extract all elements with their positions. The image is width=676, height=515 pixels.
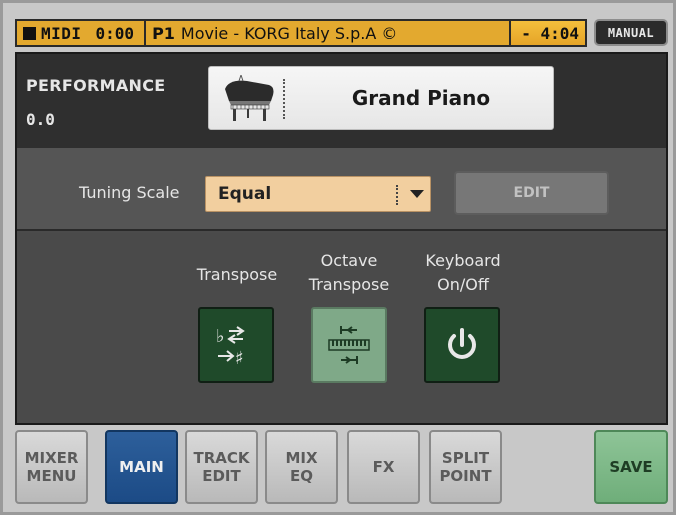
svg-text:♭: ♭ (216, 326, 225, 347)
main-button[interactable]: MAIN (105, 430, 178, 504)
screen-frame: MIDI 0:00 P1 Movie - KORG Italy S.p.A © … (0, 0, 676, 515)
tuning-area: Tuning Scale Equal EDIT (17, 148, 666, 231)
mix-eq-button[interactable]: MIX EQ (265, 430, 338, 504)
performance-area: PERFORMANCE 0.0 Grand Piano (17, 54, 666, 148)
svg-text:♯: ♯ (235, 348, 244, 368)
power-icon (448, 328, 476, 359)
keyboard-onoff-button[interactable] (424, 307, 500, 383)
chevron-down-icon (410, 190, 424, 198)
octave-transpose-button[interactable] (311, 307, 387, 383)
controls-area: Transpose Octave Transpose Keyboard On/O… (17, 233, 666, 423)
split-point-button[interactable]: SPLIT POINT (429, 430, 502, 504)
main-panel: PERFORMANCE 0.0 Grand Piano Tuning Scale… (15, 52, 668, 425)
tuning-scale-value: Equal (218, 184, 272, 204)
performance-slot: P1 (152, 23, 175, 43)
status-bar: MIDI 0:00 P1 Movie - KORG Italy S.p.A © … (15, 19, 587, 47)
time-elapsed: 0:00 (95, 23, 135, 43)
flat-sharp-transpose-icon: ♭ ♯ (216, 326, 245, 368)
time-remaining: - 4:04 (509, 21, 585, 45)
transpose-button[interactable]: ♭ ♯ (198, 307, 274, 383)
sound-divider (283, 79, 285, 119)
tuning-scale-label: Tuning Scale (79, 183, 180, 202)
keyboard-octave-icon (328, 326, 370, 364)
select-divider (396, 185, 398, 205)
stop-icon[interactable] (23, 26, 36, 40)
manual-mode-badge[interactable]: MANUAL (594, 19, 668, 46)
performance-title: PERFORMANCE (26, 76, 166, 95)
fx-button[interactable]: FX (347, 430, 420, 504)
sound-name: Grand Piano (351, 86, 491, 110)
octave-transpose-label: Octave Transpose (308, 251, 390, 294)
transpose-label: Transpose (196, 265, 278, 284)
midi-label: MIDI (41, 23, 82, 43)
performance-name: Movie - KORG Italy S.p.A © (180, 23, 398, 43)
track-edit-button[interactable]: TRACK EDIT (185, 430, 258, 504)
mixer-menu-button[interactable]: MIXER MENU (15, 430, 88, 504)
edit-button[interactable]: EDIT (454, 171, 609, 215)
tuning-scale-select[interactable]: Equal (205, 176, 431, 212)
performance-value: 0.0 (26, 110, 55, 129)
keyboard-onoff-label: Keyboard On/Off (425, 251, 501, 294)
status-divider (144, 21, 147, 45)
save-button[interactable]: SAVE (594, 430, 668, 504)
sound-select-button[interactable]: Grand Piano (208, 66, 554, 130)
grand-piano-icon (225, 75, 274, 121)
